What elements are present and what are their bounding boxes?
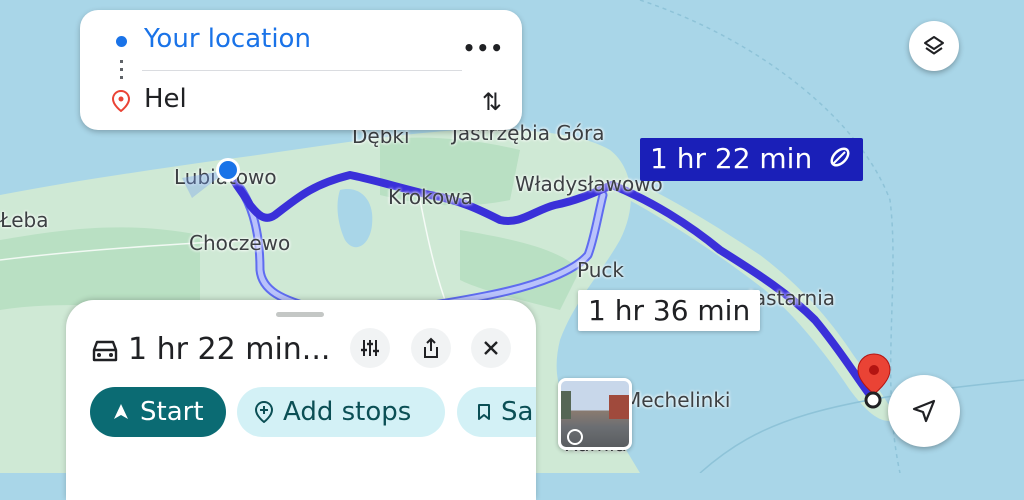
start-button[interactable]: Start bbox=[90, 387, 226, 437]
add-stops-button[interactable]: Add stops bbox=[237, 387, 445, 437]
primary-route-time: 1 hr 22 min bbox=[650, 142, 813, 175]
place-label-mechelinki: Mechelinki bbox=[624, 388, 731, 412]
share-icon bbox=[424, 337, 438, 358]
directions-bottom-sheet[interactable]: 1 hr 22 min... Start Add stops Sa bbox=[66, 300, 536, 500]
swap-icon[interactable]: ⇅ bbox=[482, 88, 502, 116]
route-input-card: Your location Hel ••• ⇅ bbox=[80, 10, 522, 130]
destination-pin[interactable] bbox=[856, 352, 892, 412]
close-icon bbox=[484, 341, 498, 355]
place-label-krokowa: Krokowa bbox=[388, 185, 473, 209]
save-label: Sa bbox=[501, 397, 534, 427]
current-location-marker[interactable] bbox=[182, 150, 262, 200]
alt-route-time-tag[interactable]: 1 hr 36 min bbox=[578, 290, 761, 331]
close-button[interactable] bbox=[471, 328, 511, 368]
route-eta: 1 hr 22 min... bbox=[128, 332, 331, 367]
layers-button[interactable] bbox=[909, 21, 959, 71]
car-icon bbox=[90, 338, 120, 368]
destination-field[interactable]: Hel bbox=[144, 84, 187, 114]
add-stops-label: Add stops bbox=[283, 397, 412, 427]
tune-icon bbox=[361, 340, 379, 356]
navigation-arrow-icon bbox=[114, 404, 128, 419]
navigation-arrow-icon bbox=[912, 399, 936, 423]
destination-pin-icon bbox=[111, 89, 131, 116]
origin-dot-icon bbox=[116, 36, 127, 47]
origin-field[interactable]: Your location bbox=[144, 24, 311, 54]
bookmark-icon bbox=[478, 404, 490, 420]
route-connector-dots bbox=[120, 60, 123, 84]
place-label-puck: Puck bbox=[577, 258, 624, 282]
share-button[interactable] bbox=[411, 328, 451, 368]
field-divider bbox=[142, 70, 462, 71]
sheet-drag-handle[interactable] bbox=[276, 312, 324, 317]
more-options-icon[interactable]: ••• bbox=[463, 36, 504, 60]
street-view-thumbnail[interactable] bbox=[558, 378, 632, 450]
save-button[interactable]: Sa bbox=[457, 387, 536, 437]
place-label-choczewo: Choczewo bbox=[189, 231, 291, 255]
layers-icon bbox=[924, 36, 944, 55]
place-label-jastarnia: Jastarnia bbox=[748, 286, 836, 310]
recenter-button[interactable] bbox=[888, 375, 960, 447]
start-button-label: Start bbox=[140, 397, 204, 427]
place-label-leba: Łeba bbox=[0, 208, 49, 232]
primary-route-time-tag[interactable]: 1 hr 22 min bbox=[640, 138, 864, 181]
leaf-eco-icon bbox=[827, 144, 853, 177]
add-location-icon bbox=[255, 401, 273, 423]
alt-route-time: 1 hr 36 min bbox=[588, 294, 751, 327]
route-options-button[interactable] bbox=[350, 328, 390, 368]
